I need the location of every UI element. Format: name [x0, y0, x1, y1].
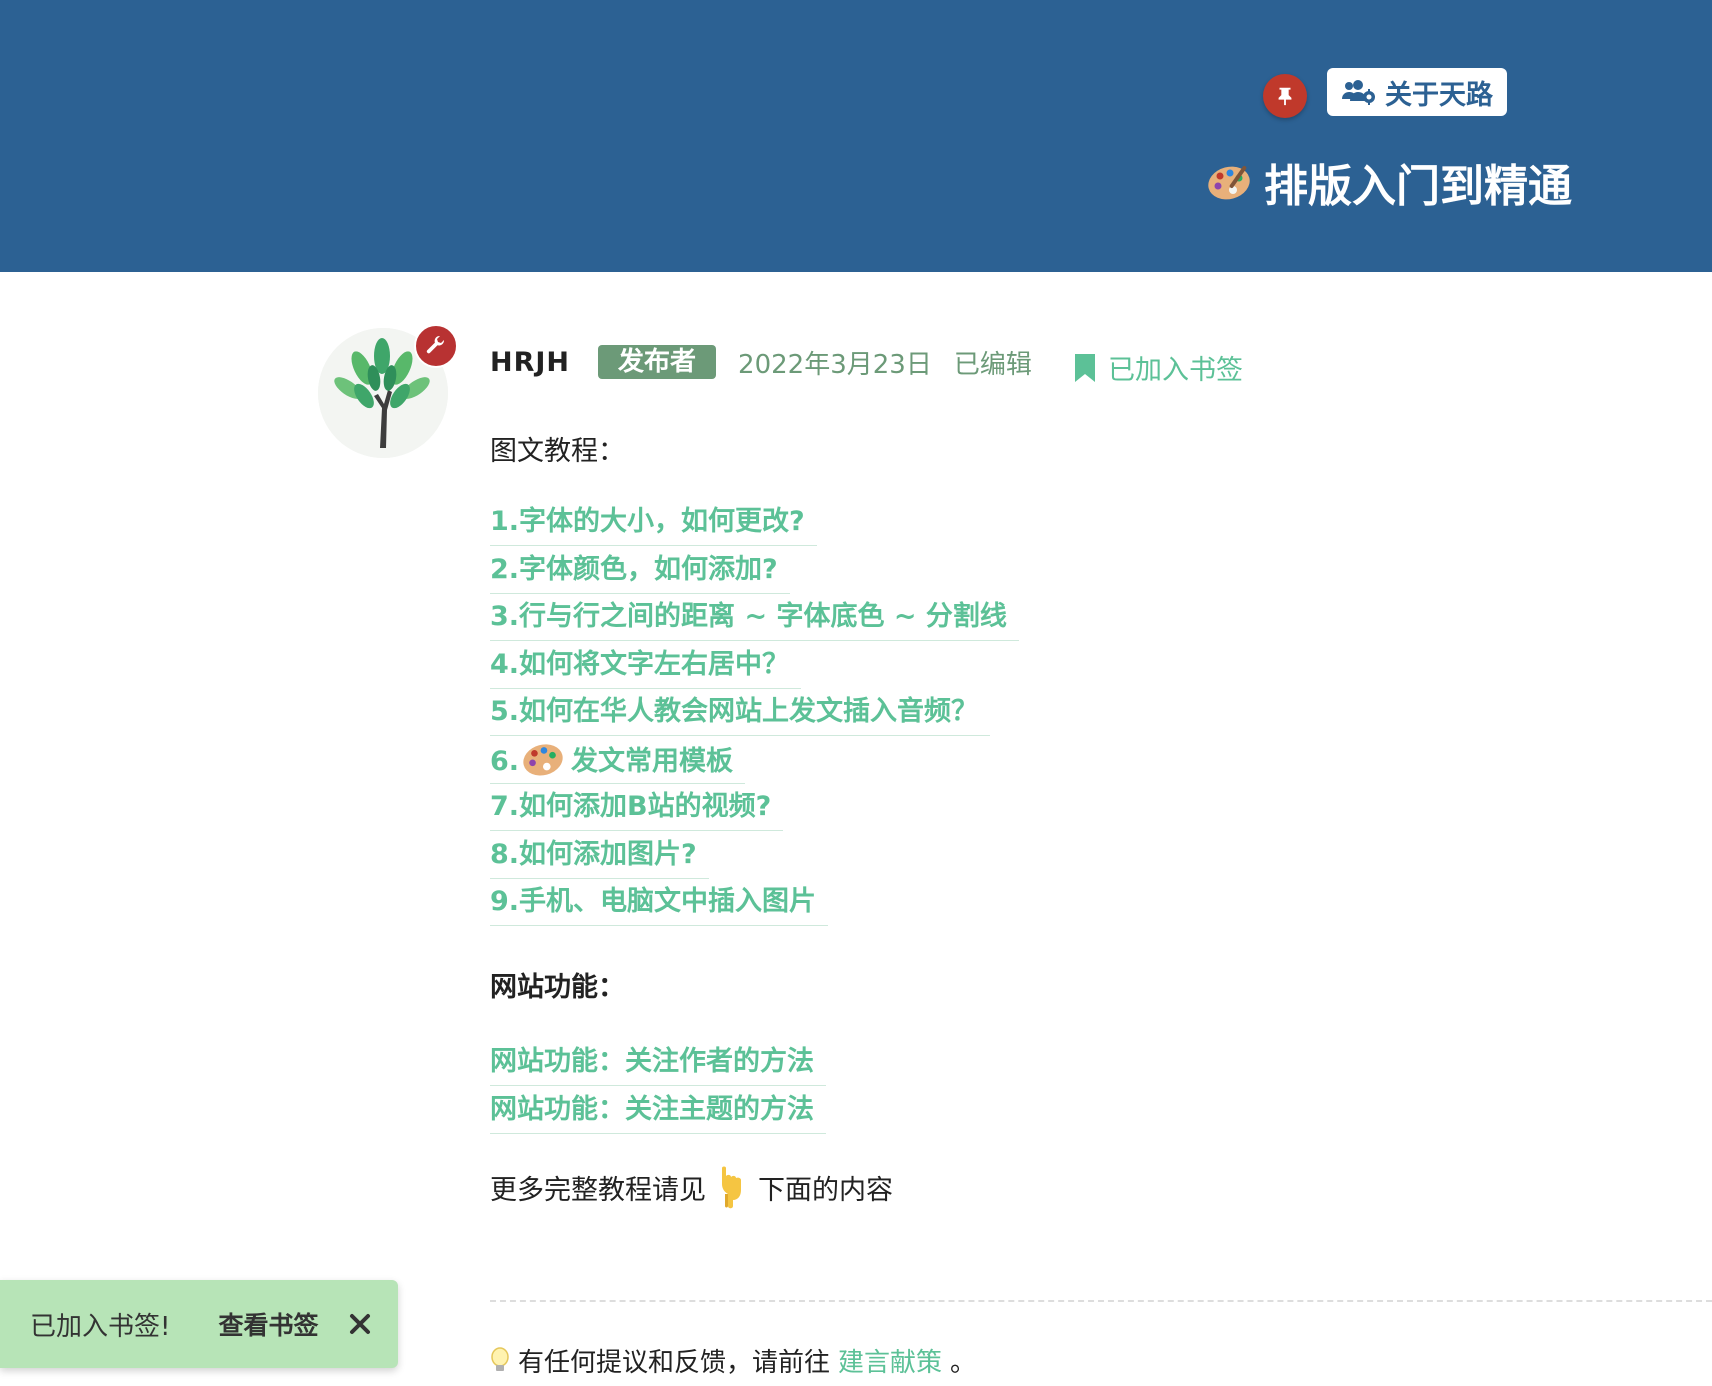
bookmark-icon: [1075, 353, 1095, 382]
feedback-link[interactable]: 建言献策: [838, 1342, 942, 1379]
feedback-text-before: 有任何提议和反馈，请前往: [518, 1348, 831, 1378]
toast-message: 已加入书签!: [30, 1311, 171, 1342]
post-content: 图文教程： 1.字体的大小，如何更改? 2.字体颜色，如何添加? 3.行与行之间…: [490, 432, 1590, 930]
feature-link-follow-topic[interactable]: 网站功能：关注主题的方法: [490, 1090, 826, 1134]
feedback-text-after: 。: [950, 1348, 977, 1378]
moderator-badge: [414, 324, 458, 368]
tutorial-heading: 图文教程：: [490, 436, 625, 467]
tutorial-link-6-text: 发文常用模板: [571, 745, 734, 777]
view-bookmarks-button[interactable]: 查看书签: [218, 1306, 318, 1342]
close-icon: [350, 1314, 371, 1334]
palette-icon: [523, 743, 563, 776]
divider: [490, 1300, 1712, 1302]
palette-icon: [1208, 165, 1250, 200]
tutorial-link-2[interactable]: 2.字体颜色，如何添加?: [490, 550, 790, 594]
tutorial-links: 1.字体的大小，如何更改? 2.字体颜色，如何添加? 3.行与行之间的距离 ~ …: [490, 502, 1590, 930]
tutorial-link-6-number: 6.: [490, 745, 520, 777]
topic-header: 关于天路 排版入门到精通: [0, 0, 1712, 272]
tutorial-link-8[interactable]: 8.如何添加图片?: [490, 835, 709, 879]
tutorial-link-4[interactable]: 4.如何将文字左右居中？: [490, 645, 802, 689]
users-gear-icon: [1342, 80, 1375, 105]
about-label: 关于天路: [1385, 79, 1493, 111]
feedback-note: 有任何提议和反馈，请前往 建言献策。: [490, 1342, 976, 1379]
bookmark-toast: 已加入书签! 查看书签: [0, 1280, 398, 1368]
tutorial-link-1[interactable]: 1.字体的大小，如何更改?: [490, 502, 817, 546]
features-heading: 网站功能：: [490, 972, 625, 1003]
lightbulb-icon: [491, 1346, 509, 1371]
toast-close-button[interactable]: [346, 1310, 374, 1338]
bookmark-status-label: 已加入书签: [1108, 355, 1243, 386]
feature-link-follow-author[interactable]: 网站功能：关注作者的方法: [490, 1042, 826, 1086]
feature-links: 网站功能：关注作者的方法 网站功能：关注主题的方法: [490, 1042, 826, 1137]
pointing-down-icon: [722, 1166, 741, 1209]
topic-title-text: 排版入门到精通: [1264, 161, 1572, 212]
role-badge: 发布者: [598, 345, 717, 379]
tutorial-link-5[interactable]: 5.如何在华人教会网站上发文插入音频？: [490, 692, 991, 736]
post-meta: HRJH 发布者 2022年3月23日 已编辑: [490, 342, 1032, 382]
more-text-before: 更多完整教程请见: [490, 1174, 706, 1206]
tutorial-link-3[interactable]: 3.行与行之间的距离 ~ 字体底色 ~ 分割线: [490, 597, 1019, 641]
bookmark-status[interactable]: 已加入书签: [1074, 348, 1243, 387]
thumbtack-icon: [1278, 87, 1292, 106]
more-tutorials-note: 更多完整教程请见 下面的内容: [490, 1162, 893, 1212]
post-date[interactable]: 2022年3月23日: [738, 344, 932, 381]
wrench-icon: [426, 335, 445, 354]
more-text-after: 下面的内容: [758, 1174, 893, 1206]
topic-title[interactable]: 排版入门到精通: [1206, 150, 1572, 214]
tutorial-link-9[interactable]: 9.手机、电脑文中插入图片: [490, 882, 829, 926]
pinned-button[interactable]: [1263, 74, 1307, 118]
edited-indicator[interactable]: 已编辑: [954, 344, 1032, 381]
username[interactable]: HRJH: [490, 347, 570, 378]
tutorial-link-7[interactable]: 7.如何添加B站的视频?: [490, 787, 784, 831]
about-button[interactable]: 关于天路: [1327, 68, 1507, 116]
tutorial-link-6[interactable]: 6. 发文常用模板: [490, 740, 746, 784]
